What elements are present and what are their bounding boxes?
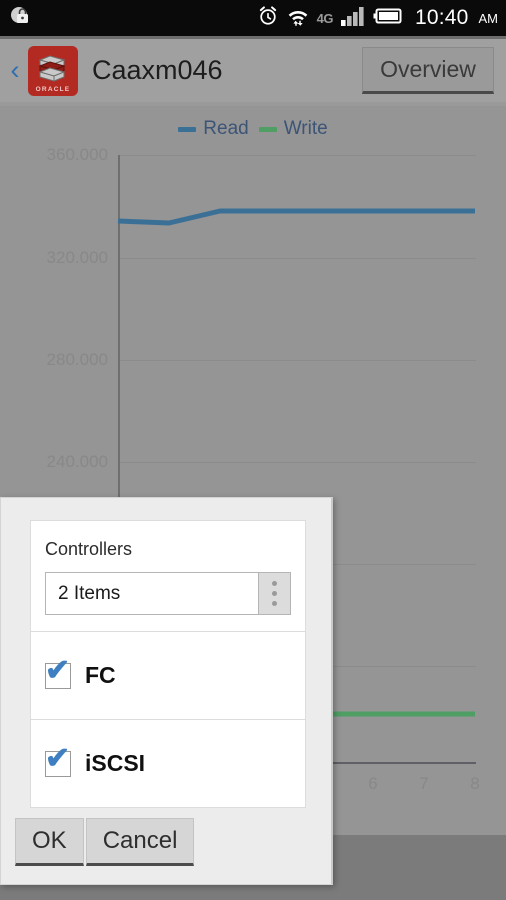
list-item-label: FC [85,662,116,688]
check-icon: ✔ [45,653,71,687]
controllers-select-panel: Controllers 2 Items [30,520,306,632]
dot [272,601,277,606]
list-item[interactable]: ✔ iSCSI [30,720,306,808]
dialog-body: Controllers 2 Items ✔ FC ✔ iSCSI [30,520,306,808]
controllers-label: Controllers [45,539,133,559]
list-item[interactable]: ✔ FC [30,632,306,720]
list-item-label: iSCSI [85,750,146,776]
dialog-actions: OK Cancel [15,818,195,866]
screen: 4G 10:40 AM ‹ ORACLE Caaxm046 Overview R… [0,0,506,900]
checkbox-iscsi[interactable]: ✔ [45,743,71,777]
cancel-button[interactable]: Cancel [85,818,195,866]
dot [272,581,277,586]
dot [272,591,277,596]
controllers-select-value[interactable]: 2 Items [46,573,258,614]
ok-button[interactable]: OK [15,818,84,866]
more-vertical-icon[interactable] [258,573,290,614]
controllers-dialog: Controllers 2 Items ✔ FC ✔ iSCSI OK Canc… [0,497,333,885]
checkbox-fc[interactable]: ✔ [45,655,71,689]
check-icon: ✔ [45,741,71,775]
controllers-select[interactable]: 2 Items [45,572,291,615]
